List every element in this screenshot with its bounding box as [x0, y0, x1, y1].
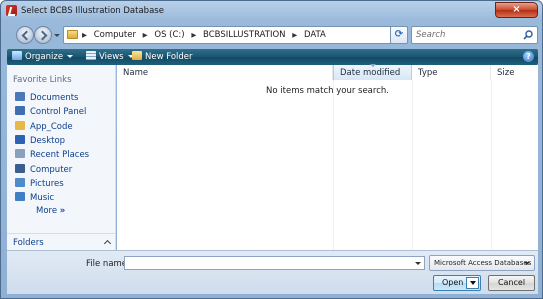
- column-divider: [333, 80, 334, 250]
- nav-item-label: Documents: [30, 93, 79, 103]
- forward-button[interactable]: [34, 26, 52, 44]
- new-folder-button[interactable]: New Folder: [132, 51, 193, 63]
- address-bar[interactable]: ▶ Computer ▶ OS (C:) ▶ BCBSILLUSTRATION …: [63, 26, 408, 44]
- folder-icon: [15, 121, 25, 130]
- nav-item-label: Computer: [30, 165, 73, 175]
- command-toolbar: Organize Views New Folder ?: [7, 49, 538, 65]
- file-type-value: Microsoft Access Databases: [434, 259, 532, 267]
- more-label: More: [36, 206, 58, 216]
- nav-item-label: Pictures: [30, 179, 64, 189]
- chevron-up-icon: [103, 239, 112, 248]
- nav-item-app-code[interactable]: App_Code: [15, 121, 73, 132]
- column-header-name[interactable]: Name: [117, 65, 333, 80]
- file-type-select[interactable]: Microsoft Access Databases: [429, 255, 535, 271]
- search-input[interactable]: [416, 28, 521, 42]
- music-icon: [15, 192, 25, 201]
- address-row: ▶ Computer ▶ OS (C:) ▶ BCBSILLUSTRATION …: [1, 21, 542, 48]
- folders-toggle[interactable]: Folders: [7, 233, 116, 250]
- column-header-size[interactable]: Size: [491, 65, 538, 80]
- breadcrumb-separator[interactable]: ▶: [292, 31, 297, 39]
- help-icon[interactable]: ?: [523, 51, 534, 62]
- chevron-down-icon: [524, 262, 530, 265]
- nav-item-desktop[interactable]: Desktop: [15, 135, 65, 146]
- new-folder-icon: [132, 51, 142, 60]
- search-icon[interactable]: [523, 30, 533, 40]
- nav-item-label: Control Panel: [30, 107, 87, 117]
- views-label: Views: [99, 52, 124, 62]
- nav-item-documents[interactable]: Documents: [15, 92, 78, 103]
- nav-item-control-panel[interactable]: Control Panel: [15, 106, 86, 117]
- nav-item-recent-places[interactable]: Recent Places: [15, 149, 89, 160]
- breadcrumb: ▶ Computer ▶ OS (C:) ▶ BCBSILLUSTRATION …: [82, 30, 330, 40]
- empty-list-message: No items match your search.: [266, 86, 389, 96]
- pictures-icon: [15, 178, 25, 187]
- back-button[interactable]: [16, 26, 34, 44]
- breadcrumb-bcbsillustration[interactable]: BCBSILLUSTRATION: [203, 30, 286, 40]
- organize-button[interactable]: Organize: [12, 51, 74, 63]
- nav-item-computer[interactable]: Computer: [15, 164, 72, 175]
- window-title: Select BCBS Illustration Database: [21, 6, 164, 16]
- title-bar[interactable]: Select BCBS Illustration Database ×: [1, 1, 542, 21]
- nav-item-label: App_Code: [30, 122, 73, 132]
- dialog-footer: File name: Microsoft Access Databases Op…: [7, 250, 538, 294]
- app-icon: [6, 5, 17, 16]
- favorite-links-heading: Favorite Links: [13, 75, 72, 85]
- nav-item-label: Desktop: [30, 136, 66, 146]
- control-panel-icon: [15, 106, 25, 115]
- breadcrumb-separator[interactable]: ▶: [143, 31, 148, 39]
- open-file-dialog: Select BCBS Illustration Database × ▶ Co…: [0, 0, 543, 299]
- breadcrumb-os-c[interactable]: OS (C:): [154, 30, 184, 40]
- file-name-input[interactable]: [127, 258, 412, 268]
- chevron-down-icon: [67, 55, 74, 58]
- breadcrumb-computer[interactable]: Computer: [94, 30, 136, 40]
- column-header-type[interactable]: Type: [412, 65, 491, 80]
- close-button[interactable]: ×: [495, 2, 538, 18]
- recent-pages-dropdown[interactable]: [54, 34, 60, 37]
- file-list[interactable]: Name Date modified Type Size No items ma…: [117, 64, 538, 250]
- refresh-button[interactable]: ⟳: [390, 26, 408, 44]
- breadcrumb-separator[interactable]: ▶: [191, 31, 196, 39]
- folders-label: Folders: [13, 238, 44, 248]
- file-name-combobox[interactable]: [124, 256, 425, 270]
- nav-item-pictures[interactable]: Pictures: [15, 178, 64, 189]
- double-chevron-icon: »: [59, 206, 66, 216]
- open-label: Open: [442, 278, 464, 287]
- recent-places-icon: [15, 149, 25, 158]
- new-folder-label: New Folder: [145, 52, 193, 62]
- column-divider: [412, 80, 413, 250]
- nav-item-label: Recent Places: [30, 150, 90, 160]
- column-divider: [491, 80, 492, 250]
- more-links-button[interactable]: More »: [36, 206, 65, 216]
- nav-item-label: Music: [30, 193, 55, 203]
- breadcrumb-separator[interactable]: ▶: [82, 31, 87, 39]
- organize-label: Organize: [25, 52, 64, 62]
- nav-item-music[interactable]: Music: [15, 192, 54, 203]
- computer-icon: [15, 164, 25, 173]
- views-icon: [86, 51, 96, 60]
- search-box[interactable]: [411, 26, 538, 44]
- documents-icon: [15, 92, 25, 101]
- folder-icon: [67, 30, 78, 39]
- desktop-icon: [15, 135, 25, 144]
- open-options-dropdown[interactable]: [466, 277, 479, 289]
- breadcrumb-data[interactable]: DATA: [304, 30, 326, 40]
- organize-icon: [12, 51, 22, 60]
- chevron-down-icon[interactable]: [415, 262, 421, 265]
- views-button[interactable]: Views: [86, 51, 134, 63]
- column-header-date-modified[interactable]: Date modified: [333, 64, 412, 80]
- navigation-pane: Favorite Links Documents Control Panel A…: [7, 65, 116, 250]
- cancel-button[interactable]: Cancel: [488, 275, 535, 291]
